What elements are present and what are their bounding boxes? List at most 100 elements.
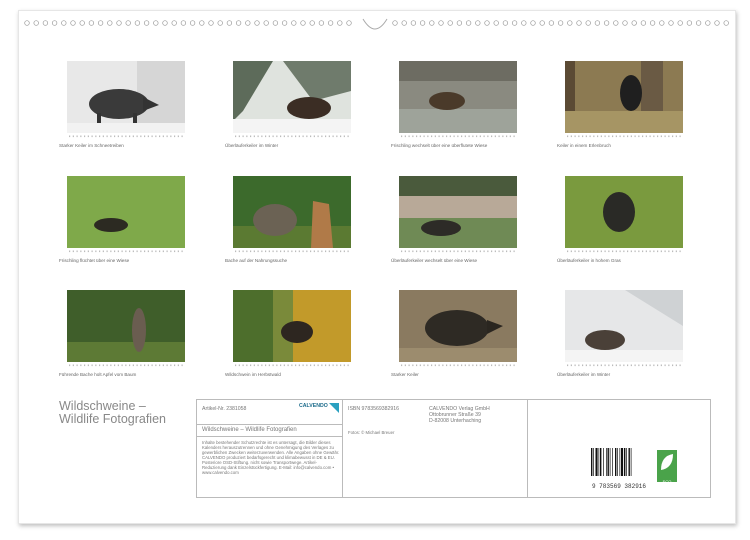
day-mark [623, 250, 625, 253]
binding-ring [107, 20, 113, 26]
day-mark [276, 135, 278, 138]
day-mark [491, 135, 493, 138]
binding-ring [226, 20, 233, 26]
day-mark [664, 364, 666, 367]
day-mark [106, 250, 108, 253]
day-mark [276, 364, 278, 367]
day-mark [649, 135, 651, 138]
day-mark [408, 364, 410, 367]
day-mark [634, 250, 636, 253]
day-mark [593, 250, 595, 253]
day-mark [404, 250, 406, 253]
day-mark [438, 135, 440, 138]
day-mark [91, 135, 93, 138]
day-mark [302, 364, 304, 367]
day-mark [675, 135, 677, 138]
day-mark [585, 135, 587, 138]
barcode-bar [606, 448, 607, 476]
day-mark [257, 364, 259, 367]
day-mark [261, 135, 263, 138]
day-mark [412, 250, 414, 253]
day-mark [162, 364, 164, 367]
day-mark [332, 250, 334, 253]
day-mark [434, 250, 436, 253]
day-mark [129, 135, 131, 138]
calendar-strip [565, 134, 683, 140]
leaf-icon [661, 454, 673, 470]
day-mark [295, 250, 297, 253]
day-mark [494, 364, 496, 367]
photo-boar-autumn-forest [233, 290, 351, 362]
day-mark [404, 364, 406, 367]
day-mark [431, 135, 433, 138]
day-mark [567, 250, 569, 253]
day-mark [623, 364, 625, 367]
day-mark [502, 364, 504, 367]
day-mark [608, 364, 610, 367]
day-mark [608, 135, 610, 138]
barcode-bar [619, 448, 621, 476]
caption: Bache auf der Nahrungssuche [225, 258, 288, 263]
binding-ring [438, 20, 444, 26]
day-mark [140, 250, 142, 253]
day-mark [657, 364, 659, 367]
binding-ring [640, 20, 647, 26]
day-mark [313, 250, 315, 253]
day-mark [253, 135, 255, 138]
day-mark [170, 364, 172, 367]
day-mark [250, 250, 252, 253]
caption: Starker Keiler im Schneetreiben [59, 143, 124, 148]
caption: Überläuferkeiler im Winter [557, 372, 611, 377]
day-mark [567, 135, 569, 138]
day-mark [332, 135, 334, 138]
binding-ring [272, 20, 279, 26]
day-mark [627, 364, 629, 367]
day-mark [268, 135, 270, 138]
binding-ring [189, 20, 196, 26]
binding-ring [622, 20, 628, 26]
day-mark [174, 135, 176, 138]
day-mark [675, 250, 677, 253]
day-mark [84, 250, 86, 253]
day-mark [102, 364, 104, 367]
calendar-strip [233, 363, 351, 369]
day-mark [84, 135, 86, 138]
day-mark [325, 364, 327, 367]
binding-ring [346, 20, 352, 26]
day-mark [136, 250, 138, 253]
day-mark [597, 364, 599, 367]
binding-ring [493, 20, 499, 26]
day-mark [472, 364, 474, 367]
day-mark [468, 364, 470, 367]
day-mark [600, 135, 602, 138]
binding-ring [61, 20, 67, 26]
day-mark [272, 135, 274, 138]
binding-ring [337, 20, 343, 26]
binding-ring [649, 20, 656, 26]
day-mark [298, 364, 300, 367]
spiral-binding [19, 17, 735, 33]
day-mark [84, 364, 86, 367]
day-mark [257, 250, 259, 253]
day-mark [513, 250, 515, 253]
binding-ring [613, 20, 619, 26]
day-mark [181, 135, 183, 138]
caption: Wildschwein im Herbstwald [225, 372, 281, 377]
binding-ring [705, 20, 711, 26]
photo-boar-flooded-meadow [399, 61, 517, 133]
day-mark [509, 250, 511, 253]
day-mark [246, 250, 248, 253]
day-mark [159, 135, 161, 138]
barcode-bar [595, 448, 598, 476]
day-mark [99, 250, 101, 253]
day-mark [76, 250, 78, 253]
barcode-bar [593, 448, 594, 476]
day-mark [272, 364, 274, 367]
calendar-strip [233, 249, 351, 255]
day-mark [578, 364, 580, 367]
photo-boar-winter [565, 290, 683, 362]
day-mark [423, 364, 425, 367]
day-mark [464, 250, 466, 253]
barcode-bar [603, 448, 604, 476]
day-mark [332, 364, 334, 367]
